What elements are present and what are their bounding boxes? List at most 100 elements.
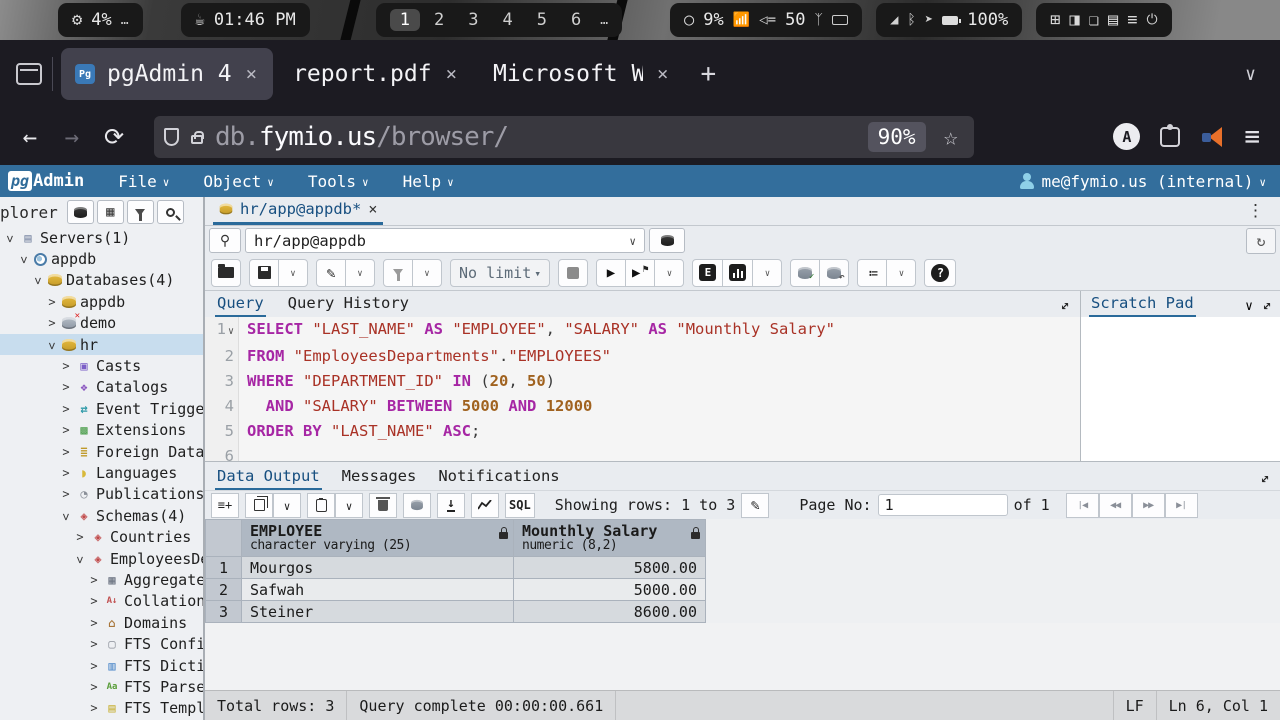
add-row-button[interactable]: ≡+ <box>211 493 239 518</box>
resource-indicators[interactable]: ○ 9% 📶 ◁= 50 ᛉ <box>670 3 862 37</box>
browser-tab-1[interactable]: PgpgAdmin 4× <box>61 48 273 100</box>
tab-notifications[interactable]: Notifications <box>436 465 561 490</box>
workspace-3[interactable]: 3 <box>458 9 488 31</box>
chevron-collapsed-icon[interactable]: > <box>60 487 72 501</box>
edit-range-button[interactable]: ✎ <box>741 493 769 518</box>
filter-rows-button[interactable] <box>383 259 413 287</box>
query-tool-tab[interactable]: hr/app@appdb* × <box>213 197 383 225</box>
chevron-expanded-icon[interactable]: > <box>31 275 45 287</box>
connect-server-button[interactable] <box>67 200 94 224</box>
scratch-pad-body[interactable] <box>1081 317 1280 461</box>
workspace-2[interactable]: 2 <box>424 9 454 31</box>
tree-node-countries[interactable]: >◈Countries <box>0 526 203 547</box>
execute-options-button[interactable]: ∨ <box>654 259 684 287</box>
graph-visualiser-button[interactable] <box>471 493 499 518</box>
tab-query[interactable]: Query <box>215 292 266 317</box>
lock-icon[interactable] <box>191 135 203 144</box>
url-text[interactable]: db.fymio.us/browser/ <box>215 122 856 152</box>
tree-node-aggregates[interactable]: >▦Aggregates <box>0 569 203 590</box>
user-menu[interactable]: me@fymio.us (internal) ∨ <box>1019 172 1272 191</box>
power-icon[interactable]: ⏻ <box>1146 12 1157 28</box>
tab-query-history[interactable]: Query History <box>286 292 411 317</box>
filter-options-button[interactable]: ∨ <box>412 259 442 287</box>
account-button[interactable]: A <box>1113 123 1140 150</box>
menu-icon[interactable]: ≡ <box>1127 10 1137 30</box>
workspace-6[interactable]: 6 <box>561 9 591 31</box>
chevron-collapsed-icon[interactable]: > <box>88 659 100 673</box>
chevron-collapsed-icon[interactable]: > <box>88 680 100 694</box>
grid-corner-cell[interactable] <box>206 520 242 557</box>
eol-indicator[interactable]: LF <box>1113 691 1156 720</box>
sql-text[interactable]: FROM "EmployeesDepartments"."EMPLOYEES" <box>239 344 611 369</box>
chevron-expanded-icon[interactable]: > <box>59 511 73 523</box>
save-file-button[interactable] <box>249 259 279 287</box>
tab-overview-icon[interactable] <box>16 63 42 85</box>
column-header-2[interactable]: Mounthly Salarynumeric (8,2) <box>514 520 706 557</box>
sql-text[interactable]: SELECT "LAST_NAME" AS "EMPLOYEE", "SALAR… <box>239 317 835 344</box>
macros-button[interactable]: ≔ <box>857 259 887 287</box>
files-icon[interactable]: ❏ <box>1089 10 1099 30</box>
commit-button[interactable] <box>790 259 820 287</box>
first-page-button[interactable]: ❘◀ <box>1066 493 1099 518</box>
tree-node-schemas-4-[interactable]: >◈Schemas(4) <box>0 505 203 526</box>
zoom-level-button[interactable]: 90% <box>868 122 926 152</box>
chevron-collapsed-icon[interactable]: > <box>88 701 100 715</box>
tree-node-databases-4-[interactable]: >Databases(4) <box>0 270 203 291</box>
close-tab-icon[interactable]: × <box>655 63 670 85</box>
connection-status-button[interactable]: ⚲ <box>209 228 241 253</box>
sql-text[interactable]: WHERE "DEPARTMENT_ID" IN (20, 50) <box>239 369 555 394</box>
sql-text[interactable]: AND "SALARY" BETWEEN 5000 AND 12000 <box>239 394 592 419</box>
expand-scratch-pad-icon[interactable]: ↔ <box>1257 296 1278 317</box>
menu-object[interactable]: Object∨ <box>203 172 273 191</box>
chevron-collapsed-icon[interactable]: > <box>60 466 72 480</box>
chevron-collapsed-icon[interactable]: > <box>46 295 58 309</box>
chevron-collapsed-icon[interactable]: > <box>60 445 72 459</box>
execute-flag-button[interactable]: ▶⚑ <box>625 259 655 287</box>
new-tab-button[interactable]: + <box>700 59 716 89</box>
expand-output-icon[interactable]: ↔ <box>1255 469 1276 490</box>
stop-button[interactable] <box>558 259 588 287</box>
cell-3-2[interactable]: 8600.00 <box>514 601 706 623</box>
tree-node-appdb[interactable]: >appdb <box>0 248 203 269</box>
cell-2-1[interactable]: Safwah <box>242 579 514 601</box>
tree-node-fts-configurations[interactable]: >▢FTS Configurations <box>0 633 203 654</box>
workspace-5[interactable]: 5 <box>527 9 557 31</box>
tree-node-languages[interactable]: >◗Languages <box>0 462 203 483</box>
chevron-collapsed-icon[interactable]: > <box>60 402 72 416</box>
chevron-collapsed-icon[interactable]: > <box>88 594 100 608</box>
tree-node-appdb[interactable]: >appdb <box>0 291 203 312</box>
chevron-collapsed-icon[interactable]: > <box>60 359 72 373</box>
cursor-position[interactable]: Ln 6, Col 1 <box>1156 691 1280 720</box>
chevron-expanded-icon[interactable]: > <box>3 233 17 245</box>
explain-options-button[interactable]: ∨ <box>752 259 782 287</box>
save-data-button[interactable] <box>403 493 431 518</box>
chevron-collapsed-icon[interactable]: > <box>88 573 100 587</box>
forward-button[interactable]: → <box>54 123 90 151</box>
reload-button[interactable]: ⟳ <box>96 123 132 151</box>
download-button[interactable]: ↓ <box>437 493 465 518</box>
connection-select[interactable]: hr/app@appdb ∨ <box>245 228 645 253</box>
copy-button[interactable] <box>245 493 273 518</box>
chevron-collapsed-icon[interactable]: > <box>60 423 72 437</box>
workspace-4[interactable]: 4 <box>492 9 522 31</box>
execute-button[interactable]: ▶ <box>596 259 626 287</box>
close-tab-icon[interactable]: × <box>244 63 259 85</box>
panel-icon[interactable]: ⊞ <box>1050 10 1060 30</box>
chevron-collapsed-icon[interactable]: > <box>88 637 100 651</box>
back-button[interactable]: ← <box>12 123 48 151</box>
network-battery-indicators[interactable]: ◢ ᛒ ➤ 100% <box>876 3 1022 37</box>
menu-help[interactable]: Help∨ <box>403 172 454 191</box>
chevron-collapsed-icon[interactable]: > <box>88 616 100 630</box>
paste-options-button[interactable]: ∨ <box>335 493 363 518</box>
shield-icon[interactable] <box>164 128 179 146</box>
show-sql-button[interactable]: SQL <box>505 493 535 518</box>
chevron-collapsed-icon[interactable]: > <box>74 530 86 544</box>
panel-menu-icon[interactable]: ⋮ <box>1239 201 1272 225</box>
display-icon[interactable]: ◨ <box>1069 10 1079 30</box>
tree-node-publications[interactable]: >◔Publications <box>0 484 203 505</box>
tree-node-catalogs[interactable]: >❖Catalogs <box>0 377 203 398</box>
refresh-button[interactable]: ↻ <box>1246 228 1276 254</box>
workspace-1[interactable]: 1 <box>390 9 420 31</box>
chevron-expanded-icon[interactable]: > <box>73 554 87 566</box>
edit-button[interactable]: ✎ <box>316 259 346 287</box>
